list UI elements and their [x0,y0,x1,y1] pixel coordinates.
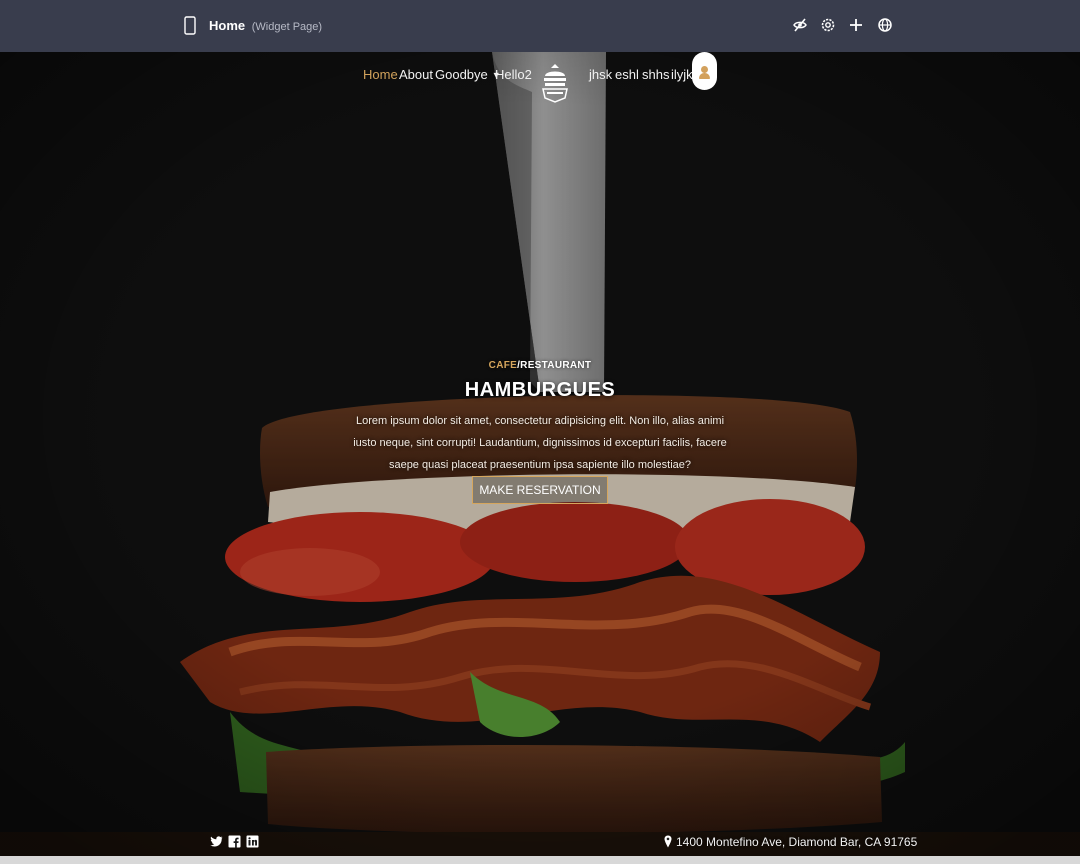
eyebrow-rest: /RESTAURANT [517,360,592,371]
hero-description: Lorem ipsum dolor sit amet, consectetur … [353,415,727,471]
nav-item-hello2[interactable]: Hello2 [495,67,532,82]
nav-item-about[interactable]: About [399,67,433,82]
facebook-icon[interactable] [228,835,241,848]
page-name: Home [209,18,246,33]
user-avatar-icon[interactable] [692,52,717,90]
globe-icon[interactable] [877,17,893,33]
nav-item-eshl[interactable]: eshl [615,67,639,82]
address: 1400 Montefino Ave, Diamond Bar, CA 9176… [664,835,917,849]
hero-eyebrow: CAFE/RESTAURANT [350,360,730,371]
nav-item-goodbye-label: Goodbye [435,67,488,82]
main-navigation: Home About Goodbye ▼ Hello2 jhsk eshl shh… [0,52,1080,103]
hamburger-logo-icon[interactable] [540,62,570,104]
nav-item-goodbye[interactable]: Goodbye ▼ [435,67,501,82]
nav-item-shhs[interactable]: shhs [642,67,669,82]
nav-item-ilyjk[interactable]: ilyjk [671,67,693,82]
map-pin-icon [664,835,672,848]
linkedin-icon[interactable] [246,835,259,848]
page-type: (Widget Page) [251,21,323,33]
hero-section: Home About Goodbye ▼ Hello2 jhsk eshl shh… [0,52,1080,864]
eye-off-icon[interactable] [792,17,808,33]
twitter-icon[interactable] [210,835,223,848]
address-text: 1400 Montefino Ave, Diamond Bar, CA 9176… [676,835,918,849]
editor-toolbar: Home (Widget Page) [0,0,1080,52]
device-phone-icon[interactable] [184,16,196,35]
plus-icon[interactable] [848,17,864,33]
nav-item-home[interactable]: Home [363,67,398,82]
hero-content: CAFE/RESTAURANT HAMBURGUES Lorem ipsum d… [350,360,730,504]
eyebrow-accent: CAFE [488,360,518,371]
nav-item-jhsk[interactable]: jhsk [589,67,612,82]
bottom-scroll-strip[interactable] [0,856,1080,864]
make-reservation-button[interactable]: MAKE RESERVATION [472,476,608,504]
hero-title: HAMBURGUES [464,379,616,401]
page-label: Home (Widget Page) [209,18,322,33]
settings-icon[interactable] [820,17,836,33]
